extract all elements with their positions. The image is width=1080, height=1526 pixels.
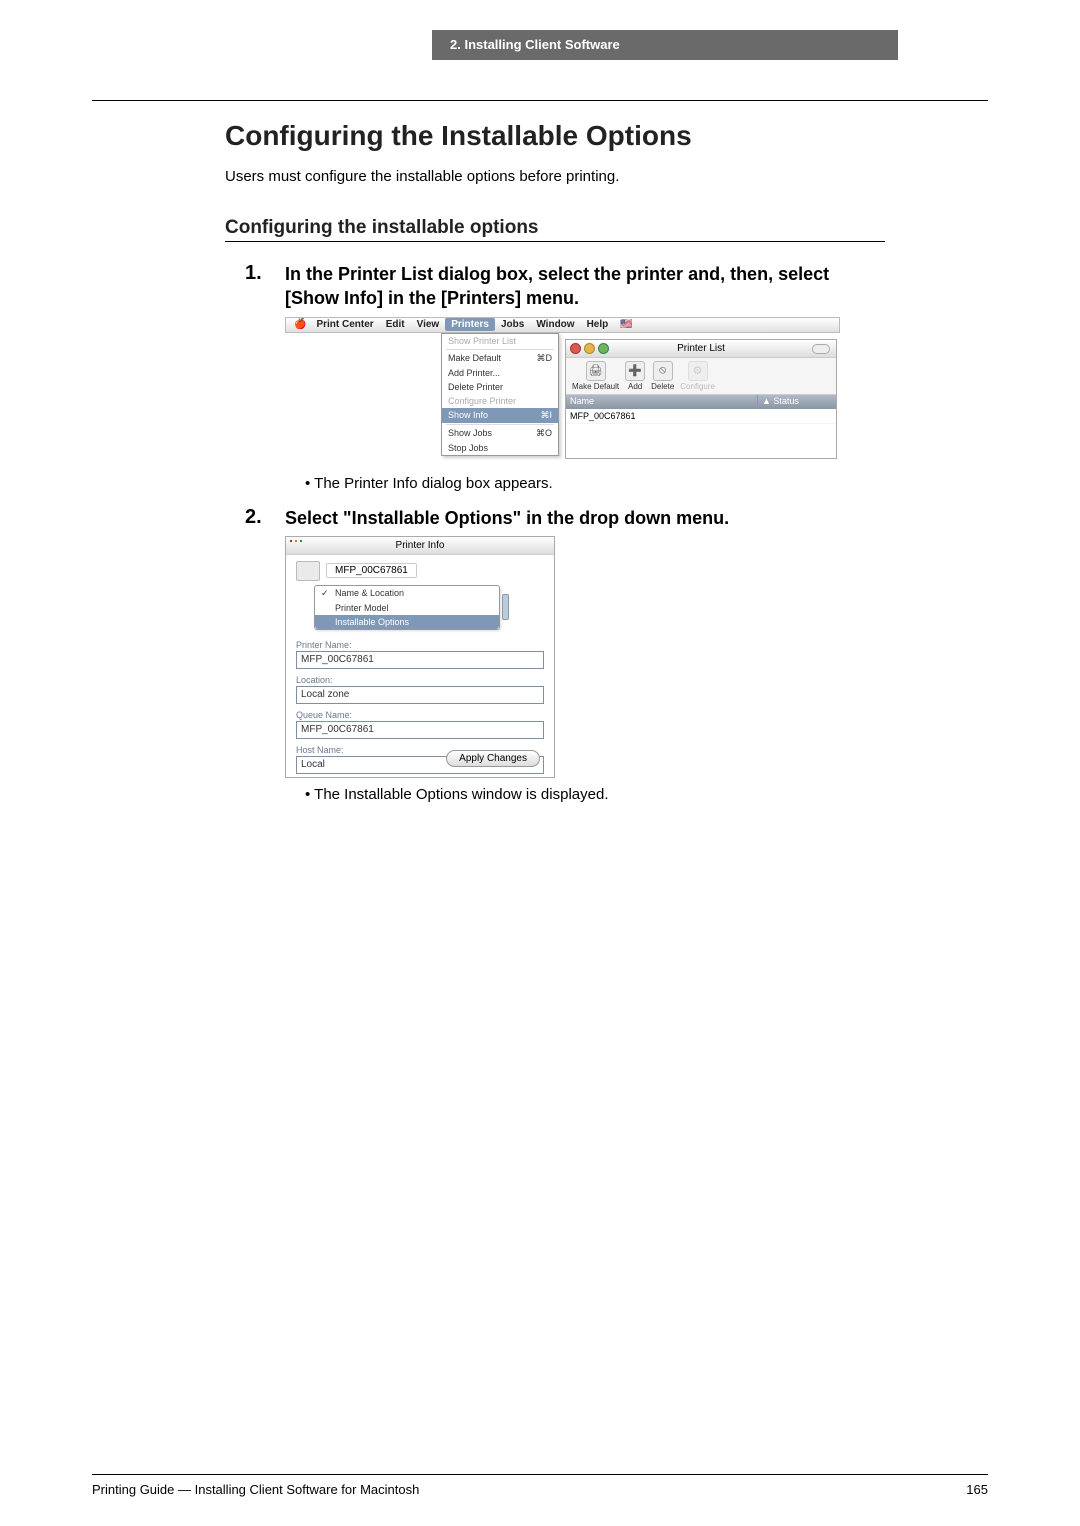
toolbar-pill-icon [812, 344, 830, 354]
menu-make-default: Make Default⌘D [442, 351, 558, 366]
screenshot-printer-info: Printer Info MFP_00C67861 ✓Name & Locati… [285, 536, 555, 778]
minimize-icon [584, 343, 595, 354]
step-2-number: 2. [225, 506, 285, 530]
printers-menu-dropdown: Show Printer List Make Default⌘D Add Pri… [441, 333, 559, 456]
apply-changes-button: Apply Changes [446, 750, 540, 767]
note-1: The Printer Info dialog box appears. [305, 475, 885, 492]
toolbar-configure: ⚙Configure [680, 361, 715, 391]
toolbar-add: ➕Add [625, 361, 645, 391]
configure-icon: ⚙ [688, 361, 708, 381]
footer-left: Printing Guide — Installing Client Softw… [92, 1482, 419, 1497]
minimize-icon [295, 540, 297, 542]
step-2: 2. Select "Installable Options" in the d… [225, 506, 885, 530]
printer-info-title: Printer Info [396, 540, 445, 551]
page-title: Configuring the Installable Options [225, 120, 885, 152]
apple-menu-icon: 🍎 [290, 319, 310, 330]
label-location: Location: [296, 675, 544, 685]
col-name: Name [566, 395, 758, 409]
close-icon [290, 540, 292, 542]
field-printer-name: MFP_00C67861 [296, 651, 544, 669]
breadcrumb-text: MFP_00C67861 [326, 563, 417, 578]
menu-show-info: Show Info⌘I [442, 408, 558, 423]
menu-stop-jobs: Stop Jobs [442, 441, 558, 455]
printer-info-body: MFP_00C67861 ✓Name & Location Printer Mo… [286, 555, 554, 779]
col-status: ▲ Status [758, 395, 836, 409]
add-icon: ➕ [625, 361, 645, 381]
zoom-icon [300, 540, 302, 542]
dd-printer-model: Printer Model [315, 601, 499, 615]
field-location: Local zone [296, 686, 544, 704]
label-printer-name: Printer Name: [296, 640, 544, 650]
menubar: 🍎 Print Center Edit View Printers Jobs W… [285, 317, 840, 333]
close-icon [570, 343, 581, 354]
printer-icon: 🖨 [586, 361, 606, 381]
label-queue-name: Queue Name: [296, 710, 544, 720]
dd-installable-options: Installable Options [315, 615, 499, 629]
toolbar-make-default: 🖨Make Default [572, 361, 619, 391]
menu-configure-printer: Configure Printer [442, 394, 558, 408]
printer-icon [296, 561, 320, 581]
menu-show-jobs: Show Jobs⌘O [442, 426, 558, 441]
step-1: 1. In the Printer List dialog box, selec… [225, 262, 885, 311]
info-category-dropdown: ✓Name & Location Printer Model Installab… [314, 585, 500, 630]
screenshot-printer-list: 🍎 Print Center Edit View Printers Jobs W… [285, 317, 840, 467]
footer-page-number: 165 [966, 1482, 988, 1497]
step-1-number: 1. [225, 262, 285, 311]
section-heading: Configuring the installable options [225, 217, 885, 242]
toolbar-delete: ⦸Delete [651, 361, 674, 391]
printer-info-breadcrumb: MFP_00C67861 [296, 561, 544, 581]
printer-list-title: Printer List [677, 343, 725, 354]
field-queue-name: MFP_00C67861 [296, 721, 544, 739]
menubar-jobs: Jobs [495, 319, 530, 330]
header-rule [92, 100, 988, 101]
footer: Printing Guide — Installing Client Softw… [92, 1482, 988, 1497]
menubar-view: View [411, 319, 446, 330]
printer-list-window: Printer List 🖨Make Default ➕Add ⦸Delete … [565, 339, 837, 459]
delete-icon: ⦸ [653, 361, 673, 381]
dd-name-location: ✓Name & Location [315, 586, 499, 601]
printer-list-titlebar: Printer List [566, 340, 836, 358]
menu-delete-printer: Delete Printer [442, 380, 558, 394]
menubar-edit: Edit [380, 319, 411, 330]
intro-text: Users must configure the installable opt… [225, 166, 885, 187]
step-2-text: Select "Installable Options" in the drop… [285, 506, 729, 530]
printer-info-titlebar: Printer Info [286, 537, 554, 555]
printer-row: MFP_00C67861 [566, 409, 836, 424]
menubar-app: Print Center [310, 319, 379, 330]
zoom-icon [598, 343, 609, 354]
note-2: The Installable Options window is displa… [305, 786, 885, 803]
header-section-bar: 2. Installing Client Software [432, 30, 898, 60]
menubar-flag-icon: 🇺🇸 [614, 319, 638, 330]
footer-rule [92, 1474, 988, 1475]
printer-list-toolbar: 🖨Make Default ➕Add ⦸Delete ⚙Configure [566, 358, 836, 395]
step-1-text: In the Printer List dialog box, select t… [285, 262, 885, 311]
menu-show-printer-list: Show Printer List [442, 334, 558, 348]
menubar-window: Window [530, 319, 580, 330]
menu-add-printer: Add Printer... [442, 366, 558, 380]
menubar-help: Help [581, 319, 615, 330]
menubar-printers: Printers [445, 318, 495, 331]
printer-list-header: Name ▲ Status [566, 395, 836, 409]
